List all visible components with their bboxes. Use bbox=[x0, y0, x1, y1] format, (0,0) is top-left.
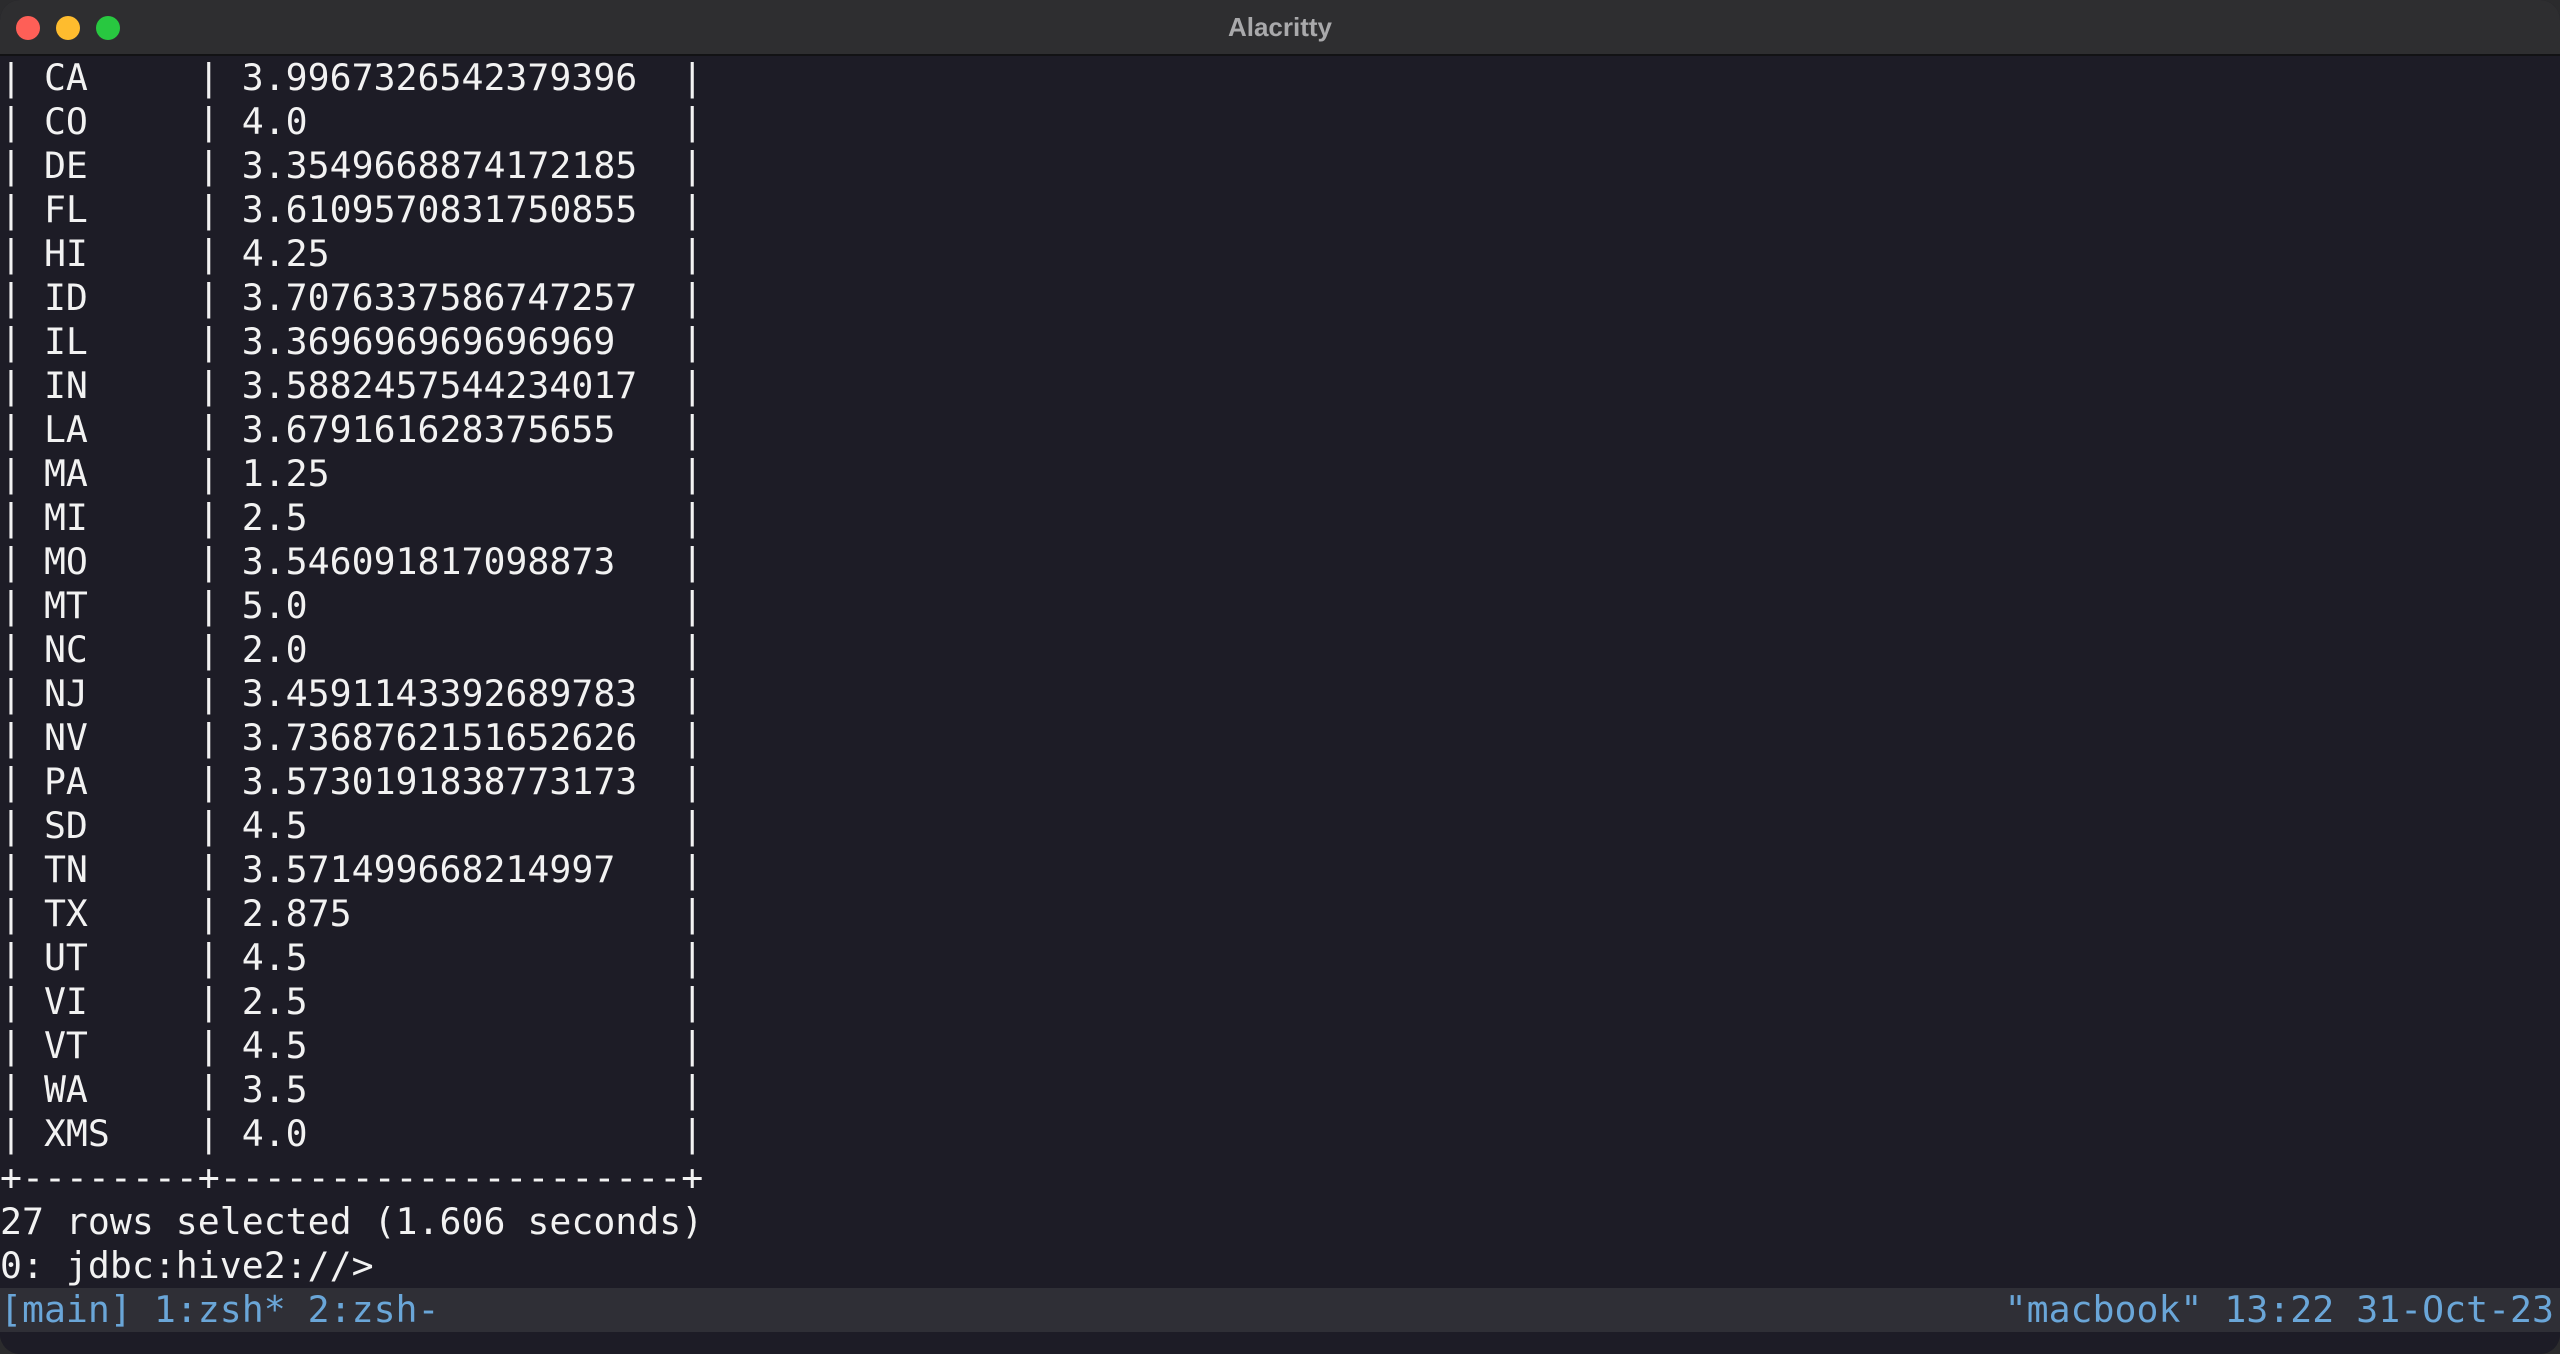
value-cell: 4.0 bbox=[241, 100, 682, 143]
value-cell: 2.5 bbox=[241, 496, 682, 539]
table-row: | UT | 4.5 | bbox=[0, 936, 704, 979]
table-row: | IL | 3.369696969696969 | bbox=[0, 320, 704, 363]
value-cell: 4.5 bbox=[241, 1024, 682, 1067]
window-title: Alacritty bbox=[1227, 12, 1333, 42]
state-cell: NV bbox=[43, 716, 198, 759]
table-row: | PA | 3.5730191838773173 | bbox=[0, 760, 704, 803]
state-cell: PA bbox=[43, 760, 198, 803]
table-row: | LA | 3.679161628375655 | bbox=[0, 408, 704, 451]
query-summary: 27 rows selected (1.606 seconds) bbox=[0, 1200, 704, 1243]
table-row: | VI | 2.5 | bbox=[0, 980, 704, 1023]
state-cell: NJ bbox=[43, 672, 198, 715]
table-row: | DE | 3.3549668874172185 | bbox=[0, 144, 704, 187]
table-row: | HI | 4.25 | bbox=[0, 232, 704, 275]
table-row: | NC | 2.0 | bbox=[0, 628, 704, 671]
value-cell: 4.5 bbox=[241, 804, 682, 847]
table-row: | CA | 3.9967326542379396 | bbox=[0, 56, 704, 99]
value-cell: 3.4591143392689783 bbox=[241, 672, 682, 715]
value-cell: 3.369696969696969 bbox=[241, 320, 682, 363]
value-cell: 4.25 bbox=[241, 232, 682, 275]
command-prompt[interactable]: 0: jdbc:hive2://> bbox=[0, 1244, 374, 1288]
state-cell: ID bbox=[43, 276, 198, 319]
state-cell: MO bbox=[43, 540, 198, 583]
state-cell: IL bbox=[43, 320, 198, 363]
state-cell: MA bbox=[43, 452, 198, 495]
table-row: | MO | 3.546091817098873 | bbox=[0, 540, 704, 583]
state-cell: MT bbox=[43, 584, 198, 627]
state-cell: SD bbox=[43, 804, 198, 847]
value-cell: 2.0 bbox=[241, 628, 682, 671]
state-cell: CO bbox=[43, 100, 198, 143]
table-row: | NJ | 3.4591143392689783 | bbox=[0, 672, 704, 715]
state-cell: MI bbox=[43, 496, 198, 539]
state-cell: IN bbox=[43, 364, 198, 407]
state-cell: NC bbox=[43, 628, 198, 671]
state-cell: FL bbox=[43, 188, 198, 231]
value-cell: 3.571499668214997 bbox=[241, 848, 682, 891]
table-row: | NV | 3.7368762151652626 | bbox=[0, 716, 704, 759]
value-cell: 3.7076337586747257 bbox=[241, 276, 682, 319]
state-cell: UT bbox=[43, 936, 198, 979]
table-border: +--------+---------------------+ bbox=[0, 1156, 704, 1199]
state-cell: TX bbox=[43, 892, 198, 935]
table-row: | MT | 5.0 | bbox=[0, 584, 704, 627]
value-cell: 3.5730191838773173 bbox=[241, 760, 682, 803]
value-cell: 3.679161628375655 bbox=[241, 408, 682, 451]
state-cell: VI bbox=[43, 980, 198, 1023]
state-cell: XMS bbox=[43, 1112, 198, 1155]
value-cell: 4.5 bbox=[241, 936, 682, 979]
table-row: | FL | 3.6109570831750855 | bbox=[0, 188, 704, 231]
tmux-host-clock: "macbook" 13:22 31-Oct-23 bbox=[2004, 1288, 2554, 1331]
table-row: | WA | 3.5 | bbox=[0, 1068, 704, 1111]
tmux-status-bar: [main] 1:zsh* 2:zsh- "macbook" 13:22 31-… bbox=[0, 1288, 2560, 1332]
terminal-window: Alacritty | CA | 3.9967326542379396 | | C… bbox=[0, 0, 2560, 1354]
tmux-session-windows[interactable]: [main] 1:zsh* 2:zsh- bbox=[0, 1288, 440, 1332]
terminal-output[interactable]: | CA | 3.9967326542379396 | | CO | 4.0 | |… bbox=[0, 56, 2560, 1288]
table-row: | MA | 1.25 | bbox=[0, 452, 704, 495]
table-row: | ID | 3.7076337586747257 | bbox=[0, 276, 704, 319]
table-row: | XMS | 4.0 | bbox=[0, 1112, 704, 1155]
value-cell: 1.25 bbox=[241, 452, 682, 495]
state-cell: TN bbox=[43, 848, 198, 891]
value-cell: 5.0 bbox=[241, 584, 682, 627]
value-cell: 3.546091817098873 bbox=[241, 540, 682, 583]
table-row: | TN | 3.571499668214997 | bbox=[0, 848, 704, 891]
table-row: | SD | 4.5 | bbox=[0, 804, 704, 847]
window-bottom-edge bbox=[0, 1332, 2560, 1354]
value-cell: 3.5 bbox=[241, 1068, 682, 1111]
table-row: | MI | 2.5 | bbox=[0, 496, 704, 539]
value-cell: 3.7368762151652626 bbox=[241, 716, 682, 759]
value-cell: 3.6109570831750855 bbox=[241, 188, 682, 231]
state-cell: VT bbox=[43, 1024, 198, 1067]
state-cell: CA bbox=[43, 56, 198, 99]
table-row: | VT | 4.5 | bbox=[0, 1024, 704, 1067]
table-row: | CO | 4.0 | bbox=[0, 100, 704, 143]
state-cell: HI bbox=[43, 232, 198, 275]
value-cell: 3.5882457544234017 bbox=[241, 364, 682, 407]
value-cell: 4.0 bbox=[241, 1112, 682, 1155]
state-cell: LA bbox=[43, 408, 198, 451]
title-bar[interactable]: Alacritty bbox=[0, 0, 2560, 56]
value-cell: 2.875 bbox=[241, 892, 682, 935]
value-cell: 3.3549668874172185 bbox=[241, 144, 682, 187]
state-cell: DE bbox=[43, 144, 198, 187]
table-row: | TX | 2.875 | bbox=[0, 892, 704, 935]
value-cell: 3.9967326542379396 bbox=[241, 56, 682, 99]
state-cell: WA bbox=[43, 1068, 198, 1111]
table-row: | IN | 3.5882457544234017 | bbox=[0, 364, 704, 407]
value-cell: 2.5 bbox=[241, 980, 682, 1023]
